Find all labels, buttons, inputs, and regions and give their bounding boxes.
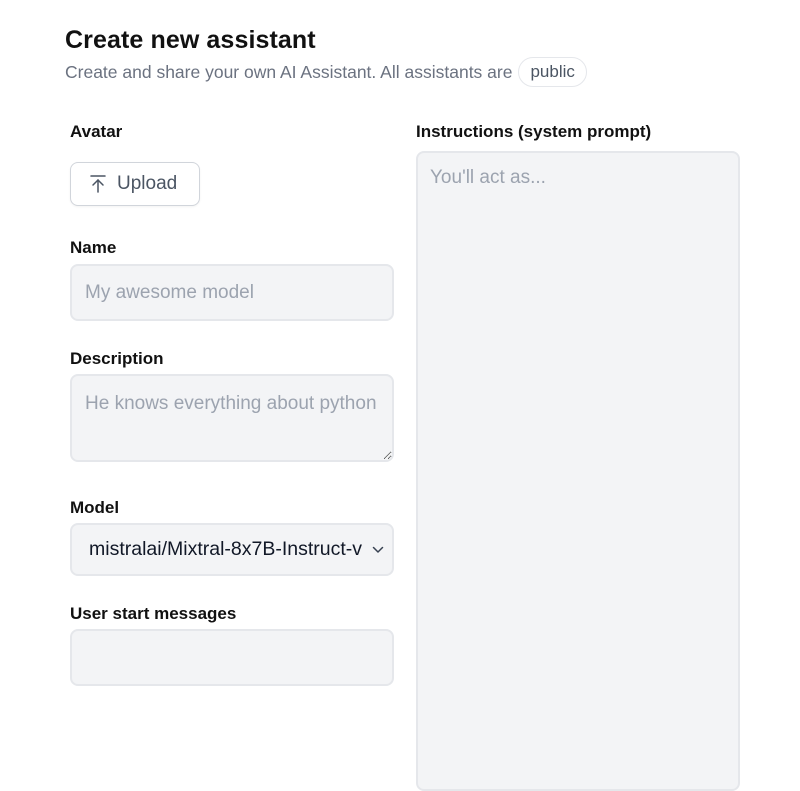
chevron-down-icon	[372, 546, 384, 553]
page-subtitle: Create and share your own AI Assistant. …	[65, 57, 587, 87]
user-start-messages-label: User start messages	[70, 604, 237, 623]
user-start-messages-input[interactable]	[70, 629, 394, 686]
model-selected-value: mistralai/Mixtral-8x7B-Instruct-v0.1	[89, 538, 362, 560]
page-title: Create new assistant	[65, 26, 316, 54]
avatar-label: Avatar	[70, 122, 123, 141]
subtitle-text: Create and share your own AI Assistant. …	[65, 61, 513, 82]
instructions-label: Instructions (system prompt)	[416, 122, 652, 141]
name-label: Name	[70, 238, 117, 257]
description-label: Description	[70, 349, 164, 368]
instructions-textarea[interactable]	[416, 151, 740, 791]
model-select[interactable]: mistralai/Mixtral-8x7B-Instruct-v0.1	[70, 523, 394, 576]
upload-icon	[90, 175, 106, 193]
description-input[interactable]	[70, 374, 394, 462]
visibility-badge: public	[518, 57, 587, 87]
model-label: Model	[70, 498, 120, 517]
name-input[interactable]	[70, 264, 394, 321]
upload-label: Upload	[117, 173, 178, 194]
upload-avatar-button[interactable]: Upload	[70, 162, 200, 206]
